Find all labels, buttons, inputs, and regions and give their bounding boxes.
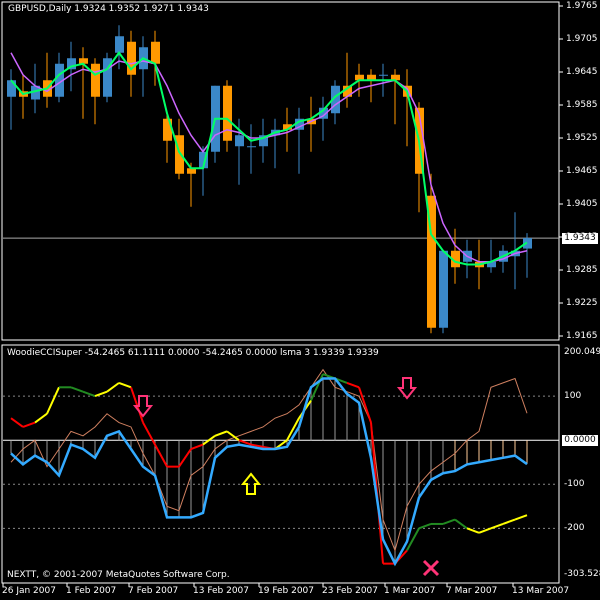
price-chart xyxy=(3,5,563,337)
bull-candle xyxy=(379,74,388,76)
bull-candle xyxy=(247,146,256,148)
price-tick-label: 1.9165 xyxy=(566,331,598,341)
date-tick-label: 13 Feb 2007 xyxy=(193,586,250,596)
footer-copyright: NEXTT, © 2001-2007 MetaQuotes Software C… xyxy=(7,570,230,580)
turbo-cci-line xyxy=(10,368,528,552)
cci-trend-segment xyxy=(142,422,156,446)
cci-trend-segment xyxy=(82,390,96,398)
cci-header: WoodieCCISuper -54.2465 61.1111 0.0000 -… xyxy=(7,348,379,358)
cci-trend-segment xyxy=(226,430,240,441)
current-price-label: 1.9343 xyxy=(562,233,598,245)
date-tick-label: 26 Jan 2007 xyxy=(2,586,56,596)
cci-tick-label: 200.0491 xyxy=(564,347,600,357)
down-arrow-signal xyxy=(132,395,154,418)
cci-trend-segment xyxy=(214,430,228,437)
price-tick-label: 1.9705 xyxy=(566,34,598,44)
price-tick-label: 1.9765 xyxy=(566,1,598,11)
slow-ma-line xyxy=(10,52,528,263)
date-tick-label: 7 Feb 2007 xyxy=(128,586,179,596)
cross-signal xyxy=(422,559,440,577)
price-panel-frame xyxy=(1,1,560,341)
cci-trend-segment xyxy=(94,390,108,398)
cci-trend-segment xyxy=(346,381,360,389)
date-tick-label: 1 Mar 2007 xyxy=(384,586,436,596)
bear-candle xyxy=(91,63,100,97)
date-tick-label: 7 Mar 2007 xyxy=(446,586,498,596)
chart-window[interactable]: GBPUSD,Daily 1.9324 1.9352 1.9271 1.9343… xyxy=(0,0,600,600)
date-tick-label: 13 Mar 2007 xyxy=(512,586,570,596)
date-tick-label: 23 Feb 2007 xyxy=(322,586,379,596)
cci-line xyxy=(10,377,528,567)
cci-trend-segment xyxy=(502,518,516,525)
price-tick-label: 1.9465 xyxy=(566,166,598,176)
price-tick-label: 1.9525 xyxy=(566,133,598,143)
cci-trend-segment xyxy=(106,382,120,393)
bear-candle xyxy=(151,41,160,64)
cci-trend-segment xyxy=(22,421,36,428)
cci-trend-segment xyxy=(34,412,48,424)
cci-zero-label: 0.0000 xyxy=(562,435,598,447)
bear-candle xyxy=(223,85,232,141)
bull-candle xyxy=(235,135,244,147)
cci-trend-segment xyxy=(118,381,132,389)
cci-trend-segment xyxy=(490,523,504,530)
cci-trend-segment xyxy=(442,518,456,525)
fast-ma-line xyxy=(10,51,528,266)
date-tick-label: 19 Feb 2007 xyxy=(258,586,315,596)
down-arrow-signal xyxy=(396,377,418,400)
cci-trend-segment xyxy=(514,514,528,521)
cci-trend-segment xyxy=(358,386,372,423)
cci-trend-segment xyxy=(46,386,60,415)
price-tick-label: 1.9585 xyxy=(566,100,598,110)
cci-trend-segment xyxy=(454,518,468,530)
cci-trend-segment xyxy=(154,444,168,468)
cci-tick-label: -100 xyxy=(564,479,585,490)
cci-tick-label: -303.528 xyxy=(564,569,600,579)
price-tick-label: 1.9225 xyxy=(566,298,598,308)
price-tick-label: 1.9645 xyxy=(566,67,598,77)
price-header: GBPUSD,Daily 1.9324 1.9352 1.9271 1.9343 xyxy=(8,4,209,14)
price-tick-label: 1.9285 xyxy=(566,265,598,275)
cci-trend-segment xyxy=(178,448,192,468)
cci-tick-label: 100 xyxy=(564,391,582,402)
cci-trend-segment xyxy=(478,527,492,534)
cci-trend-segment xyxy=(190,443,204,450)
chart-canvas[interactable] xyxy=(0,0,600,600)
cci-trend-segment xyxy=(418,523,432,530)
bull-candle xyxy=(7,80,16,97)
bull-candle xyxy=(439,250,448,328)
cci-trend-segment xyxy=(130,386,144,423)
cci-trend-segment xyxy=(70,386,84,393)
up-arrow-signal xyxy=(240,472,262,495)
cci-trend-segment xyxy=(466,527,480,534)
cci-indicator xyxy=(2,368,559,587)
bull-candle xyxy=(115,36,124,53)
cci-tick-label: -200 xyxy=(564,523,585,534)
cci-trend-segment xyxy=(10,417,24,428)
date-tick-label: 1 Feb 2007 xyxy=(66,586,117,596)
price-tick-label: 1.9405 xyxy=(566,199,598,209)
